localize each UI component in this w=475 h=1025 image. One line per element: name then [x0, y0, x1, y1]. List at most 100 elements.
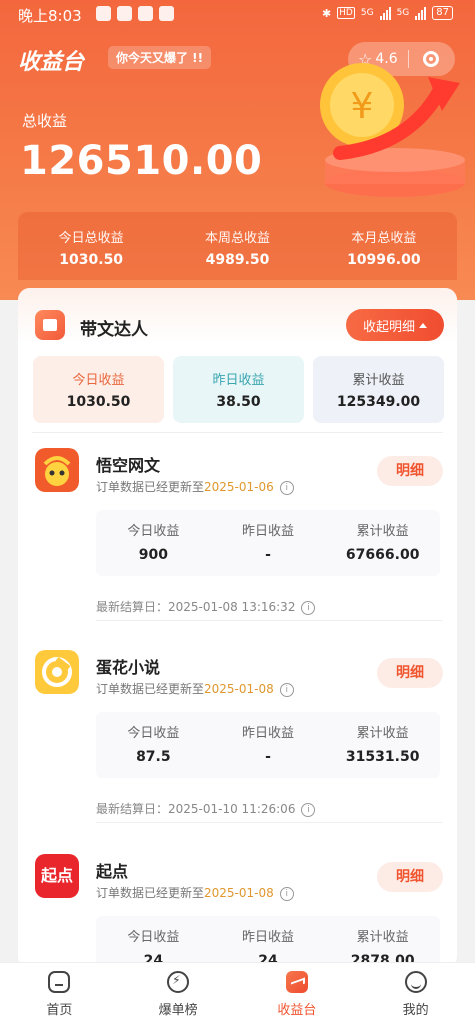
danhua-logo-icon — [35, 650, 79, 694]
income-card: 带文达人 收起明细 今日收益 1030.50 昨日收益 38.50 累计收益 1… — [18, 288, 457, 968]
period-value: 10996.00 — [347, 252, 421, 268]
week-total: 本周总收益 4989.50 — [164, 212, 310, 280]
stat-label: 昨日收益 — [242, 726, 295, 741]
signal-icon-2 — [415, 6, 427, 20]
stat-label: 累计收益 — [356, 726, 409, 741]
stat-value: 900 — [138, 547, 168, 563]
app-notification-icon — [117, 6, 132, 21]
update-info: 订单数据已经更新至2025-01-08 i — [96, 680, 294, 697]
info-icon[interactable]: i — [301, 600, 316, 615]
period-summary: 今日总收益 1030.50 本周总收益 4989.50 本月总收益 10996.… — [18, 212, 457, 280]
gold-coin-illustration: ¥ — [320, 63, 465, 197]
stat-label: 累计收益 — [356, 930, 409, 945]
detail-button[interactable]: 明细 — [377, 862, 443, 892]
tab-home[interactable]: 首页 — [0, 963, 119, 1025]
update-prefix: 订单数据已经更新至 — [96, 480, 205, 494]
message-icon — [159, 6, 174, 21]
divider — [96, 822, 442, 823]
stat-value: - — [265, 749, 271, 765]
tab-label: 我的 — [402, 1003, 429, 1018]
update-date: 2025-01-08 — [204, 886, 274, 900]
detail-button[interactable]: 明细 — [377, 456, 443, 486]
stat-value: - — [265, 547, 271, 563]
period-label: 今日总收益 — [58, 231, 124, 246]
platform-name: 悟空网文 — [96, 456, 161, 475]
chart-icon — [285, 971, 308, 993]
tab-label: 首页 — [46, 1003, 73, 1018]
network-label-2: 5G — [396, 8, 410, 18]
notification-icon — [96, 6, 111, 21]
platform-stats: 今日收益 87.5 昨日收益 - 累计收益 31531.50 — [96, 712, 440, 778]
detail-button[interactable]: 明细 — [377, 658, 443, 688]
home-icon — [48, 971, 71, 993]
settle-text: 最新结算日：2025-01-10 11:26:06 — [96, 802, 296, 816]
stat-label: 昨日收益 — [242, 524, 295, 539]
qidian-logo-icon: 起点 — [35, 854, 79, 898]
tab-hot-list[interactable]: 爆单榜 — [119, 963, 238, 1025]
tab-mine[interactable]: 我的 — [356, 963, 475, 1025]
tab-label: 收益台 — [277, 1003, 317, 1018]
stat-value: 1030.50 — [66, 394, 131, 410]
stat-cumulative: 累计收益 125349.00 — [313, 356, 444, 423]
stat-label: 累计收益 — [356, 524, 409, 539]
section-stats: 今日收益 1030.50 昨日收益 38.50 累计收益 125349.00 — [33, 356, 444, 423]
info-icon[interactable]: i — [279, 886, 294, 901]
stat-label: 今日收益 — [72, 373, 125, 388]
period-value: 1030.50 — [59, 252, 124, 268]
tab-label: 爆单榜 — [158, 1003, 198, 1018]
slogan-badge: 你今天又爆了 !! — [108, 46, 212, 69]
stat-value: 31531.50 — [345, 749, 420, 765]
month-total: 本月总收益 10996.00 — [311, 212, 457, 280]
stat-value: 125349.00 — [336, 394, 421, 410]
wukong-logo-icon — [35, 448, 79, 492]
hd-icon: HD — [337, 7, 355, 19]
total-income-label: 总收益 — [22, 112, 68, 130]
platform-name: 蛋花小说 — [96, 658, 161, 677]
platform-stats: 今日收益 24 昨日收益 24 累计收益 2878.00 — [96, 916, 440, 968]
collapse-label: 收起明细 — [362, 319, 415, 335]
update-prefix: 订单数据已经更新至 — [96, 886, 205, 900]
update-info: 订单数据已经更新至2025-01-08 i — [96, 884, 294, 901]
stat-value: 87.5 — [136, 749, 171, 765]
divider — [32, 432, 443, 433]
divider — [96, 620, 442, 621]
network-label-1: 5G — [360, 8, 374, 18]
stat-label: 今日收益 — [127, 726, 180, 741]
section-title: 带文达人 — [80, 320, 148, 340]
settlement-info: 最新结算日：2025-01-10 11:26:06 i — [96, 800, 316, 817]
today-total: 今日总收益 1030.50 — [18, 212, 164, 280]
period-label: 本月总收益 — [351, 231, 417, 246]
signal-icon — [379, 6, 391, 20]
info-icon[interactable]: i — [279, 682, 294, 697]
settlement-info: 最新结算日：2025-01-08 13:16:32 i — [96, 598, 316, 615]
update-info: 订单数据已经更新至2025-01-06 i — [96, 478, 294, 495]
status-time: 晚上8:03 — [18, 7, 82, 25]
stat-today: 今日收益 1030.50 — [33, 356, 164, 423]
stat-value: 38.50 — [216, 394, 261, 410]
platform-stats: 今日收益 900 昨日收益 - 累计收益 67666.00 — [96, 510, 440, 576]
platform-item: 悟空网文 订单数据已经更新至2025-01-06 i 明细 今日收益 900 昨日收… — [18, 448, 457, 648]
update-prefix: 订单数据已经更新至 — [96, 682, 205, 696]
bottom-tab-bar: 首页 爆单榜 收益台 我的 — [0, 962, 475, 1025]
smile-icon — [404, 971, 427, 993]
tab-income[interactable]: 收益台 — [238, 963, 357, 1025]
document-icon — [35, 310, 65, 340]
update-date: 2025-01-06 — [204, 480, 274, 494]
info-icon[interactable]: i — [301, 802, 316, 817]
bluetooth-icon: ✱ — [321, 6, 332, 20]
stat-label: 今日收益 — [127, 930, 180, 945]
stat-label: 昨日收益 — [242, 930, 295, 945]
stat-yesterday: 昨日收益 38.50 — [173, 356, 304, 423]
collapse-details-button[interactable]: 收起明细 — [346, 309, 444, 341]
stat-label: 今日收益 — [127, 524, 180, 539]
settle-text: 最新结算日：2025-01-08 13:16:32 — [96, 600, 296, 614]
stat-label: 昨日收益 — [212, 373, 265, 388]
qidian-logo-text: 起点 — [40, 866, 73, 885]
caret-up-icon — [419, 322, 427, 328]
status-bar: 晚上8:03 ✱ HD 5G 5G 87 — [0, 0, 475, 30]
stat-value: 67666.00 — [345, 547, 420, 563]
info-icon[interactable]: i — [279, 480, 294, 495]
stat-label: 累计收益 — [352, 373, 405, 388]
period-value: 4989.50 — [205, 252, 270, 268]
battery-icon: 87 — [432, 6, 453, 20]
